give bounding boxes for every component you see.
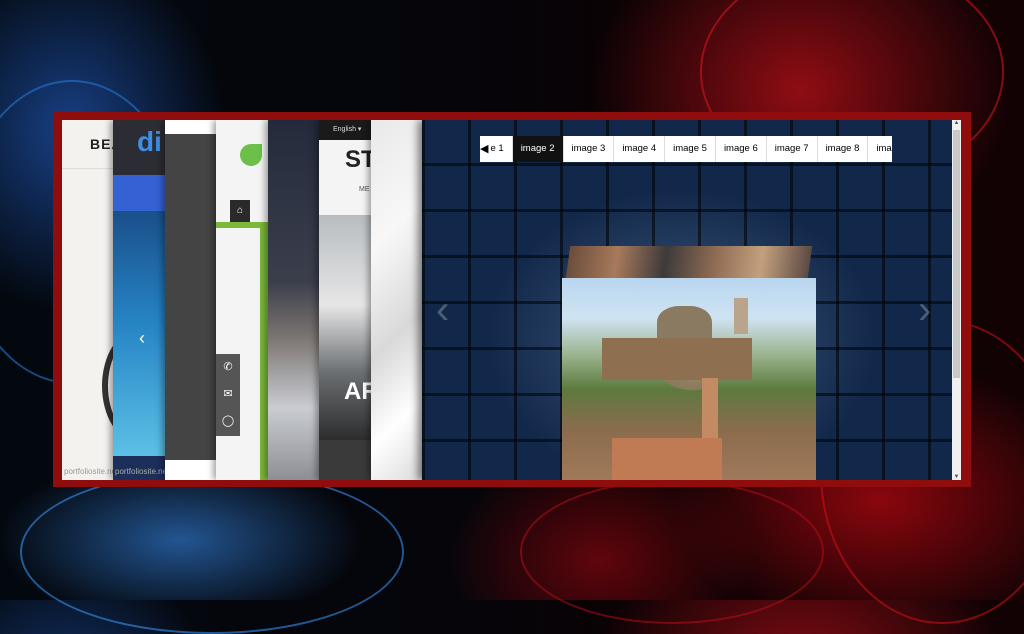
slide-next-icon[interactable]: › — [918, 288, 931, 333]
scroll-down-icon[interactable]: ▼ — [952, 474, 961, 480]
menu-label[interactable]: ME — [359, 186, 370, 193]
background-swirl-red-3 — [520, 480, 824, 624]
home-icon[interactable]: ⌂ — [230, 200, 250, 222]
tabs-prev-icon[interactable]: ◀ — [480, 136, 488, 162]
house-shape — [612, 438, 722, 480]
fortress-photo — [562, 278, 816, 480]
side-contact-bar: ✆ ✉ ◯ — [216, 354, 240, 436]
tab-image-8[interactable]: image 8 — [818, 136, 869, 162]
tower-shape — [702, 378, 718, 438]
vertical-scrollbar[interactable]: ▲ ▼ — [952, 120, 961, 480]
tab-image-7[interactable]: image 7 — [767, 136, 818, 162]
chevron-left-icon[interactable]: ‹ — [139, 328, 145, 349]
slide-prev-icon[interactable]: ‹ — [436, 288, 449, 333]
tab-image-6[interactable]: image 6 — [716, 136, 767, 162]
tab-image-2[interactable]: image 2 — [512, 136, 564, 162]
dark-panel — [165, 134, 217, 460]
previous-image-strip — [565, 246, 813, 278]
leaf-logo-icon — [240, 144, 262, 166]
chat-icon[interactable]: ◯ — [216, 408, 240, 435]
slide-image[interactable] — [562, 246, 816, 480]
mail-icon[interactable]: ✉ — [216, 381, 240, 408]
card-logo: di — [137, 126, 162, 157]
fortress-wall-shape — [602, 338, 752, 380]
tab-image-5[interactable]: image 5 — [665, 136, 716, 162]
tab-image-3[interactable]: image 3 — [564, 136, 615, 162]
church-shape — [734, 298, 748, 334]
background-swirl-blue-2 — [20, 470, 404, 634]
active-gallery-slide: ◀ e 1 image 2 image 3 image 4 image 5 im… — [422, 120, 961, 480]
tab-image-9[interactable]: imag — [868, 136, 892, 162]
green-side-bar — [260, 228, 268, 480]
scrollbar-thumb[interactable] — [953, 130, 960, 378]
phone-icon[interactable]: ✆ — [216, 354, 240, 381]
image-tab-strip: ◀ e 1 image 2 image 3 image 4 image 5 im… — [480, 136, 892, 162]
tab-image-4[interactable]: image 4 — [614, 136, 666, 162]
gallery-viewport: BEA portfoliosite.net/t di ‹ portfoliosi… — [62, 120, 961, 480]
tab-image-1[interactable]: e 1 — [488, 136, 513, 162]
scroll-up-icon[interactable]: ▲ — [952, 120, 961, 126]
